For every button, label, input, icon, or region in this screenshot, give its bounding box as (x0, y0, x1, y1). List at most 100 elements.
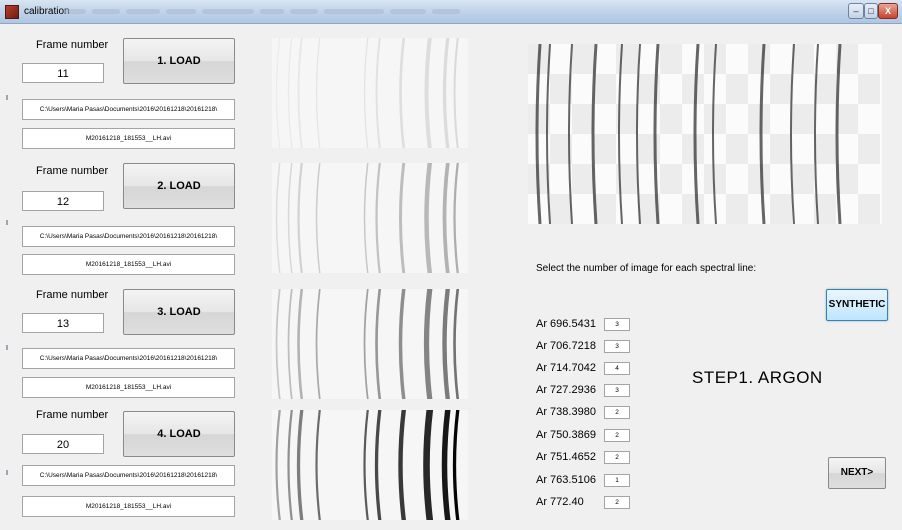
spectral-line-field[interactable]: 3 (604, 384, 630, 397)
spectral-line-field[interactable]: 2 (604, 496, 630, 509)
menu-item[interactable] (126, 9, 160, 14)
edge-marker (6, 95, 8, 100)
frame-image-3 (272, 289, 468, 399)
spectral-line-field[interactable]: 3 (604, 318, 630, 331)
frame-number-field[interactable]: 12 (22, 191, 104, 211)
spectrum-lines (272, 163, 468, 273)
checker-cell (726, 194, 748, 224)
window-titlebar[interactable]: calibration – □ X (0, 0, 902, 24)
file-field[interactable]: M20161218_181553__LH.avi (22, 377, 235, 398)
load-button-1[interactable]: 1. LOAD (123, 38, 235, 84)
spectral-line-label: Ar 738.3980 (536, 406, 596, 418)
menu-item[interactable] (432, 9, 460, 14)
path-field[interactable]: C:\Users\Maria Pasas\Documents\2016\2016… (22, 99, 235, 120)
checker-cell (660, 44, 682, 74)
checker-cell (858, 194, 880, 224)
minimize-button[interactable]: – (848, 3, 864, 19)
menu-item[interactable] (324, 9, 384, 14)
spectral-line-field[interactable]: 3 (604, 340, 630, 353)
frame-number-label: Frame number (36, 289, 109, 301)
path-field[interactable]: C:\Users\Maria Pasas\Documents\2016\2016… (22, 226, 235, 247)
synthetic-button[interactable]: SYNTHETIC (826, 289, 888, 321)
checker-cell (660, 164, 682, 194)
spectral-line-field[interactable]: 2 (604, 451, 630, 464)
synthetic-reference-image (528, 44, 882, 224)
checker-cell (660, 104, 682, 134)
menu-item[interactable] (290, 9, 318, 14)
frame-background (272, 38, 468, 148)
frame-image-2 (272, 163, 468, 273)
checker-cell (682, 74, 704, 104)
spectral-line-field[interactable]: 1 (604, 474, 630, 487)
checker-cell (792, 164, 814, 194)
checker-cell (726, 134, 748, 164)
path-field[interactable]: C:\Users\Maria Pasas\Documents\2016\2016… (22, 465, 235, 486)
file-field[interactable]: M20161218_181553__LH.avi (22, 496, 235, 517)
minimize-icon: – (853, 6, 859, 16)
checker-cell (858, 134, 880, 164)
spectral-line-field[interactable]: 2 (604, 429, 630, 442)
checker-cell (792, 44, 814, 74)
load-button-4[interactable]: 4. LOAD (123, 411, 235, 457)
maximize-button[interactable]: □ (864, 3, 878, 19)
edge-marker (6, 220, 8, 225)
spectral-line-trace (423, 410, 434, 520)
checker-cell (770, 134, 792, 164)
checker-cell (792, 104, 814, 134)
frame-number-label: Frame number (36, 165, 109, 177)
menu-item[interactable] (202, 9, 254, 14)
file-field[interactable]: M20161218_181553__LH.avi (22, 254, 235, 275)
checker-cell (814, 74, 836, 104)
frame-number-field[interactable]: 20 (22, 434, 104, 454)
checker-cell (682, 134, 704, 164)
menu-item[interactable] (92, 9, 120, 14)
spectral-line-label: Ar 772.40 (536, 496, 584, 508)
matlab-figure-icon (5, 5, 19, 19)
spectral-line-field[interactable]: 4 (604, 362, 630, 375)
menu-item[interactable] (166, 9, 196, 14)
close-icon: X (884, 6, 891, 16)
next-button[interactable]: NEXT> (828, 457, 886, 489)
spectrum-lines (272, 410, 468, 520)
checker-cell (748, 44, 770, 74)
checker-cell (594, 74, 616, 104)
checker-cell (616, 44, 638, 74)
frame-number-field[interactable]: 13 (22, 313, 104, 333)
spectral-line-label: Ar 706.7218 (536, 340, 596, 352)
checker-cell (704, 104, 726, 134)
step-title: STEP1. ARGON (692, 368, 823, 387)
menu-item[interactable] (390, 9, 426, 14)
checker-cell (726, 74, 748, 104)
menu-item[interactable] (64, 9, 86, 14)
reference-spectrum (528, 44, 880, 224)
spectral-line-field[interactable]: 2 (604, 406, 630, 419)
frame-number-field[interactable]: 11 (22, 63, 104, 83)
checker-cell (594, 194, 616, 224)
file-field[interactable]: M20161218_181553__LH.avi (22, 128, 235, 149)
checker-cell (770, 194, 792, 224)
spectrum-lines (272, 38, 468, 148)
spectral-line-label: Ar 727.2936 (536, 384, 596, 396)
close-button[interactable]: X (878, 3, 898, 19)
checker-cell (836, 104, 858, 134)
spectral-line-prompt: Select the number of image for each spec… (536, 263, 757, 274)
edge-marker (6, 470, 8, 475)
frame-image-4 (272, 410, 468, 520)
menu-item[interactable] (260, 9, 284, 14)
checker-cell (814, 134, 836, 164)
checker-cell (748, 164, 770, 194)
maximize-icon: □ (868, 6, 874, 16)
checker-cell (682, 194, 704, 224)
spectral-line-label: Ar 696.5431 (536, 318, 596, 330)
spectrum-lines (272, 289, 468, 399)
checker-cell (748, 104, 770, 134)
checker-cell (572, 104, 594, 134)
load-button-3[interactable]: 3. LOAD (123, 289, 235, 335)
checker-cell (572, 44, 594, 74)
load-button-2[interactable]: 2. LOAD (123, 163, 235, 209)
checker-cell (594, 134, 616, 164)
frame-image-1 (272, 38, 468, 148)
checker-cell (572, 164, 594, 194)
path-field[interactable]: C:\Users\Maria Pasas\Documents\2016\2016… (22, 348, 235, 369)
edge-marker (6, 345, 8, 350)
